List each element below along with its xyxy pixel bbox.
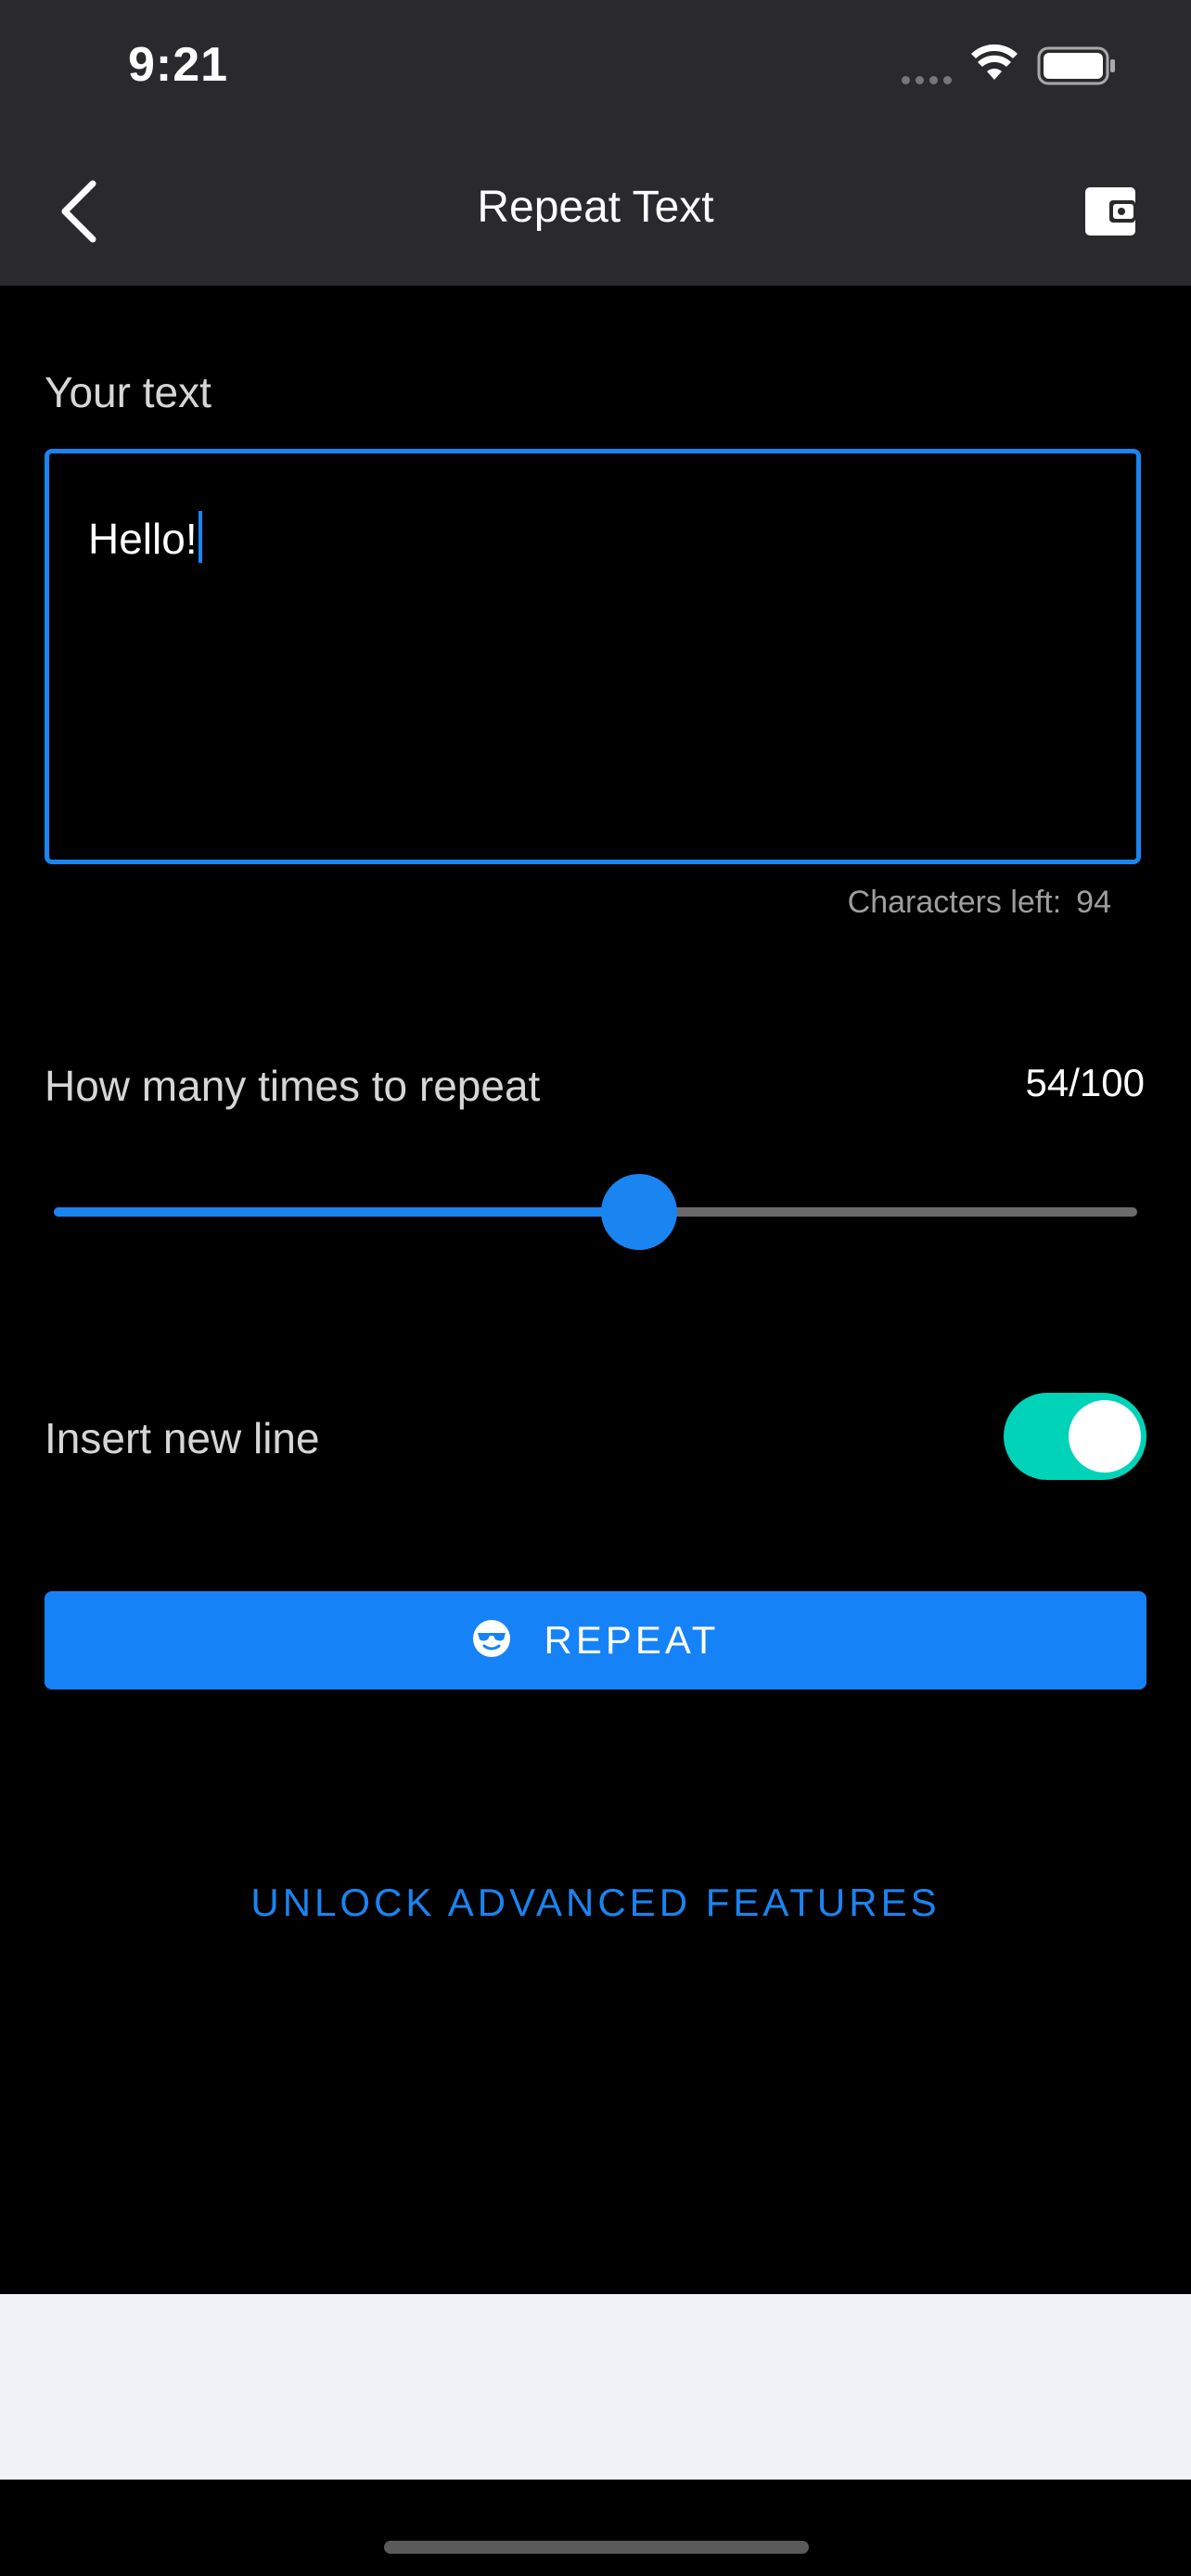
insert-new-line-label: Insert new line <box>45 1414 320 1462</box>
repeat-count-value: 54/100 <box>1025 1061 1145 1104</box>
repeat-slider[interactable] <box>54 1170 1137 1254</box>
toggle-knob <box>1069 1400 1141 1473</box>
wallet-button[interactable] <box>1082 182 1141 241</box>
status-bar: 9:21 <box>0 0 1191 130</box>
ad-banner-area <box>0 2294 1191 2480</box>
status-time: 9:21 <box>128 38 229 92</box>
repeat-button-label: REPEAT <box>544 1618 720 1662</box>
home-indicator <box>384 2541 809 2554</box>
wifi-icon <box>971 45 1018 80</box>
unlock-advanced-features-link[interactable]: UNLOCK ADVANCED FEATURES <box>0 1881 1191 1925</box>
wallet-icon <box>1085 187 1135 236</box>
nav-bar: Repeat Text <box>0 130 1191 286</box>
slider-thumb[interactable] <box>601 1174 677 1250</box>
text-caret <box>198 511 202 563</box>
text-input[interactable]: Hello! <box>45 449 1141 864</box>
text-input-value: Hello! <box>88 515 198 563</box>
signal-dots-icon <box>902 72 957 89</box>
sunglasses-face-icon <box>472 1619 511 1663</box>
repeat-button[interactable]: REPEAT <box>45 1591 1146 1690</box>
characters-left: Characters left: 94 <box>848 885 1111 921</box>
insert-new-line-toggle[interactable] <box>1004 1393 1146 1480</box>
characters-left-value: 94 <box>1076 885 1111 920</box>
characters-left-label: Characters left: <box>847 885 1062 920</box>
slider-fill <box>54 1207 639 1217</box>
page-title: Repeat Text <box>477 183 714 232</box>
battery-icon <box>1037 46 1115 85</box>
text-field-label: Your text <box>45 368 211 416</box>
repeat-count-label: How many times to repeat <box>45 1062 541 1110</box>
